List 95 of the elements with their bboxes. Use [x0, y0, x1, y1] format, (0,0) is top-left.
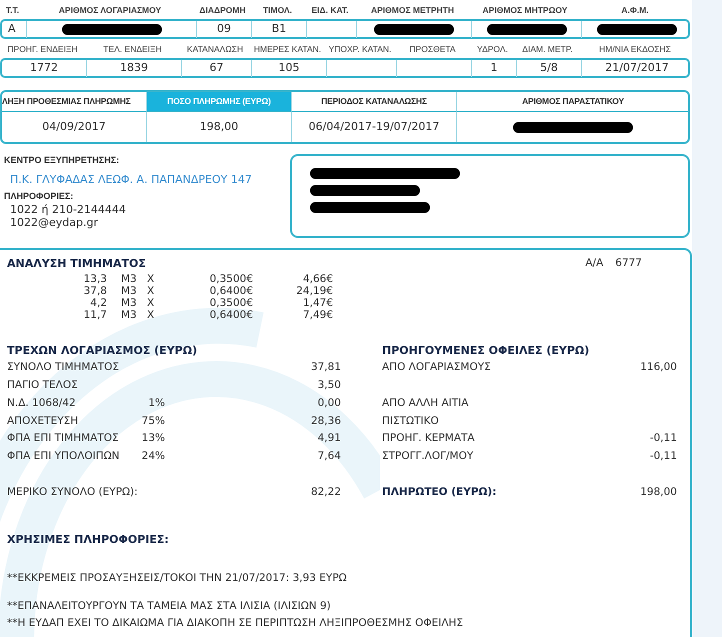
line-value: 116,00	[639, 360, 677, 376]
line-value: -0,11	[648, 431, 677, 446]
price-text: 0,3500€	[208, 296, 253, 309]
line-value: 0,00	[316, 396, 341, 411]
field-value: 198,00	[200, 118, 238, 135]
column-label: ΠΡΟΣΘΕΤΑ	[408, 43, 457, 56]
section-title: ΤΡΕΧΩΝ ΛΟΓΑΡΙΑΣΜΟΣ (ΕΥΡΩ)	[7, 342, 198, 359]
note-text: **ΕΠΑΝΑΛΕΙΤΟΥΡΓΟΥΝ ΤΑ ΤΑΜΕΙΑ ΜΑΣ ΣΤΑ ΙΛΙΣΙΑ (ΙΛΙΣΙΩΝ 9)	[7, 599, 332, 614]
column-label: ΑΡΙΘΜΟΣ ΜΕΤΡΗΤΗ	[370, 4, 456, 17]
multiply-sign: X	[146, 284, 156, 297]
column-label: ΑΡΙΘΜΟΣ ΜΗΤΡΩΟΥ	[482, 4, 568, 17]
line-label: ΣΤΡΟΓΓ.ΛΟΓ/ΜΟΥ	[382, 449, 474, 464]
amount-text: 1,47€	[302, 296, 333, 309]
line-value: 7,64	[316, 449, 341, 464]
column-label: ΔΙΑΜ. ΜΕΤΡ.	[521, 43, 574, 56]
line-value: 4,91	[316, 431, 341, 446]
field-value: 1772	[30, 60, 58, 76]
column-label: ΚΑΤΑΝΑΛΩΣΗ	[186, 43, 244, 56]
field-value: 21/07/2017	[605, 60, 669, 76]
column-header: ΠΕΡΙΟΔΟΣ ΚΑΤΑΝΑΛΩΣΗΣ	[292, 92, 457, 112]
email-text: 1022@eydap.gr	[9, 216, 99, 230]
quantity-text: 11,7	[82, 308, 107, 321]
field-value: 1	[490, 60, 498, 76]
line-label: ΣΥΝΟΛΟ ΤΙΜΗΜΑΤΟΣ	[7, 360, 120, 376]
field-value: 5/8	[540, 60, 558, 76]
percent-text: 75%	[140, 414, 165, 429]
field-value: 04/09/2017	[42, 118, 106, 135]
section-label: ΠΛΗΡΟΦΟΡΙΕΣ:	[4, 190, 74, 204]
total-value: 198,00	[639, 485, 677, 500]
line-label: ΑΠΟ ΑΛΛΗ ΑΙΤΙΑ	[382, 396, 470, 411]
line-value: -0,11	[648, 449, 677, 464]
line-label: Ν.Δ. 1068/42	[7, 396, 77, 411]
column-label: ΥΔΡΟΛ.	[476, 43, 509, 56]
unit-text: M3	[120, 308, 138, 321]
column-label: ΗΜ/ΝΙΑ ΕΚΔΟΣΗΣ	[598, 43, 672, 56]
unit-text: M3	[120, 284, 138, 297]
price-text: 0,3500€	[208, 272, 253, 285]
field-value: 09	[217, 21, 231, 37]
column-label: ΠΡΟΗΓ. ΕΝΔΕΙΞΗ	[6, 43, 79, 56]
line-label: ΑΠΟ ΛΟΓΑΡΙΑΣΜΟΥΣ	[382, 360, 492, 376]
line-label: ΠΡΟΗΓ. ΚΕΡΜΑΤΑ	[382, 431, 476, 446]
amount-text: 7,49€	[302, 308, 333, 321]
quantity-text: 4,2	[89, 296, 107, 309]
percent-text: 1%	[147, 396, 165, 411]
field-value: 105	[278, 60, 300, 76]
quantity-text: 37,8	[82, 284, 107, 297]
line-label: ΦΠΑ ΕΠΙ ΤΙΜΗΜΑΤΟΣ	[7, 431, 120, 446]
price-text: 0,6400€	[208, 284, 253, 297]
multiply-sign: X	[146, 272, 156, 285]
address-text: Π.Κ. ΓΛΥΦΑΔΑΣ ΛΕΩΦ. Α. ΠΑΠΑΝΔΡΕΟΥ 147	[10, 173, 253, 186]
section-title: ΑΝΑΛΥΣΗ ΤΙΜΗΜΑΤΟΣ	[7, 256, 146, 272]
line-label: ΑΠΟΧΕΤΕΥΣΗ	[7, 414, 80, 429]
line-value: 28,36	[310, 414, 341, 429]
serial-number: 6777	[615, 256, 642, 272]
column-header: ΠΟΣΟ ΠΛΗΡΩΜΗΣ (ΕΥΡΩ)	[147, 92, 292, 112]
section-label: ΚΕΝΤΡΟ ΕΞΥΠΗΡΕΤΗΣΗΣ:	[4, 154, 120, 168]
field-value: 06/04/2017-19/07/2017	[308, 118, 440, 135]
total-label: ΠΛΗΡΩΤΕΟ (ΕΥΡΩ):	[382, 485, 498, 500]
column-header: ΑΡΙΘΜΟΣ ΠΑΡΑΣΤΑΤΙΚΟΥ	[457, 92, 688, 112]
section-title: ΧΡΗΣΙΜΕΣ ΠΛΗΡΟΦΟΡΙΕΣ:	[7, 532, 170, 548]
field-value: B1	[272, 21, 286, 37]
field-value: 67	[210, 60, 224, 76]
line-label: ΠΙΣΤΩΤΙΚΟ	[382, 414, 440, 429]
column-label: ΕΙΔ. ΚΑΤ.	[310, 4, 350, 17]
amount-text: 4,66€	[302, 272, 333, 285]
total-value: 82,22	[310, 485, 341, 500]
serial-label: Α/Α	[585, 256, 604, 272]
phone-text: 1022 ή 210-2144444	[9, 203, 127, 216]
unit-text: M3	[120, 296, 138, 309]
line-value: 37,81	[310, 360, 341, 376]
line-label: ΦΠΑ ΕΠΙ ΥΠΟΛΟΙΠΩΝ	[7, 449, 121, 464]
column-label: Α.Φ.Μ.	[620, 4, 650, 17]
field-value: 1839	[120, 60, 148, 76]
line-label: ΠΑΓΙΟ ΤΕΛΟΣ	[7, 378, 79, 394]
section-title: ΠΡΟΗΓΟΥΜΕΝΕΣ ΟΦΕΙΛΕΣ (ΕΥΡΩ)	[382, 342, 590, 359]
percent-text: 24%	[140, 449, 165, 464]
column-label: ΤΙΜΟΛ.	[262, 4, 294, 17]
line-value: 3,50	[316, 378, 341, 394]
price-text: 0,6400€	[208, 308, 253, 321]
note-text: **ΕΚΚΡΕΜΕΙΣ ΠΡΟΣΑΥΞΗΣΕΙΣ/ΤΟΚΟΙ ΤΗΝ 21/07/2017: 3,93 ΕΥΡΩ	[7, 571, 348, 586]
quantity-text: 13,3	[82, 272, 107, 285]
amount-text: 24,19€	[295, 284, 333, 297]
column-label: ΗΜΕΡΕΣ ΚΑΤΑΝ.	[252, 43, 322, 56]
multiply-sign: X	[146, 296, 156, 309]
total-label: ΜΕΡΙΚΟ ΣΥΝΟΛΟ (ΕΥΡΩ):	[7, 485, 139, 500]
column-label: ΥΠΟΧΡ. ΚΑΤΑΝ.	[328, 43, 392, 56]
note-text: **Η ΕΥΔΑΠ ΕΧΕΙ ΤΟ ΔΙΚΑΙΩΜΑ ΓΙΑ ΔΙΑΚΟΠΗ ΣΕ ΠΕΡΙΠΤΩΣΗ ΛΗΞΙΠΡΟΘΕΣΜΗΣ ΟΦΕΙΛΗΣ	[7, 616, 464, 631]
column-label: ΤΕΛ. ΕΝΔΕΙΞΗ	[102, 43, 163, 56]
unit-text: M3	[120, 272, 138, 285]
column-label: Τ.Τ.	[4, 4, 20, 17]
multiply-sign: X	[146, 308, 156, 321]
column-label: ΑΡΙΘΜΟΣ ΛΟΓΑΡΙΑΣΜΟΥ	[58, 4, 162, 17]
field-value: A	[8, 21, 16, 37]
column-label: ΔΙΑΔΡΟΜΗ	[198, 4, 247, 17]
percent-text: 13%	[140, 431, 165, 446]
